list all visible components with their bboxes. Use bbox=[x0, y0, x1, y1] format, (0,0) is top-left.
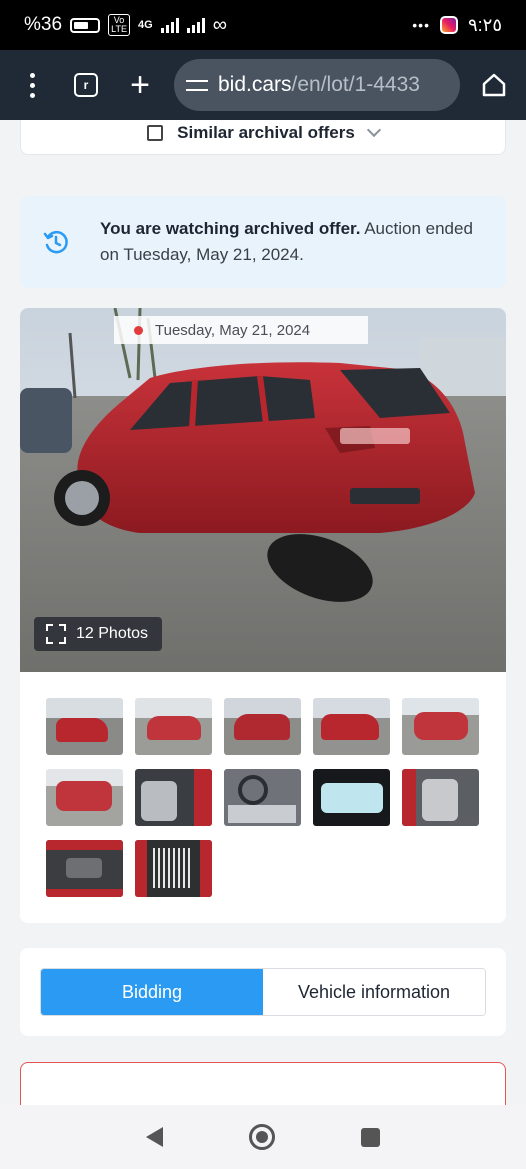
home-button[interactable] bbox=[474, 65, 514, 105]
url-path: /en/lot/1-4433 bbox=[291, 73, 420, 96]
volte-icon: Vo LTE bbox=[108, 14, 131, 36]
thumbnail[interactable] bbox=[135, 769, 212, 826]
thumbnail[interactable] bbox=[224, 698, 301, 755]
battery-icon bbox=[70, 17, 101, 33]
tab-bidding[interactable]: Bidding bbox=[41, 969, 263, 1015]
vertical-dots-icon bbox=[29, 72, 35, 98]
photo-date: Tuesday, May 21, 2024 bbox=[114, 316, 369, 344]
system-nav-bar bbox=[0, 1105, 526, 1169]
signal-icon bbox=[160, 17, 179, 33]
url-domain: bid.cars bbox=[218, 73, 292, 96]
chevron-down-icon bbox=[366, 122, 381, 137]
signal-2-icon bbox=[186, 17, 205, 33]
thumbnail-grid bbox=[46, 698, 486, 897]
thumbnail[interactable] bbox=[402, 769, 479, 826]
tabs-button[interactable]: r bbox=[66, 65, 106, 105]
history-icon bbox=[43, 230, 68, 254]
link-icon: ∞ bbox=[212, 13, 227, 36]
thumbnail[interactable] bbox=[402, 698, 479, 755]
more-icon: ••• bbox=[412, 17, 430, 33]
thumbnail[interactable] bbox=[313, 698, 390, 755]
checkbox-icon bbox=[147, 124, 164, 141]
thumbnail[interactable] bbox=[313, 769, 390, 826]
instagram-icon bbox=[439, 16, 458, 34]
network-gen: 4G bbox=[138, 19, 153, 31]
recents-icon[interactable] bbox=[361, 1127, 380, 1147]
fullscreen-icon bbox=[46, 624, 66, 644]
url-bar[interactable]: bid.cars/en/lot/1-4433 bbox=[174, 59, 460, 111]
similar-offers-toggle[interactable]: Similar archival offers bbox=[20, 120, 506, 155]
status-bar: %36 Vo LTE 4G ∞ ••• ٩:٢٥ bbox=[0, 0, 526, 50]
back-icon[interactable] bbox=[146, 1127, 163, 1147]
home-nav-icon[interactable] bbox=[249, 1124, 275, 1150]
thumbnail[interactable] bbox=[46, 769, 123, 826]
thumbnail[interactable] bbox=[224, 769, 301, 826]
alert-card bbox=[20, 1062, 506, 1105]
archived-notice: You are watching archived offer. Auction… bbox=[20, 196, 506, 288]
thumbnail[interactable] bbox=[46, 698, 123, 755]
tabs-card: Bidding Vehicle information bbox=[20, 948, 506, 1036]
tab-vehicle-information[interactable]: Vehicle information bbox=[263, 969, 485, 1015]
tab-bar: Bidding Vehicle information bbox=[40, 968, 486, 1016]
page-content: Similar archival offers You are watching… bbox=[0, 120, 526, 1105]
similar-offers-label: Similar archival offers bbox=[177, 122, 355, 142]
battery-percent: %36 bbox=[24, 14, 63, 35]
clock: ٩:٢٥ bbox=[467, 14, 502, 35]
plus-icon: + bbox=[130, 65, 150, 104]
main-photo[interactable]: Tuesday, May 21, 2024 12 Photos bbox=[20, 308, 506, 672]
thumbnail[interactable] bbox=[135, 698, 212, 755]
notice-bold: You are watching archived offer. bbox=[100, 219, 361, 238]
home-icon bbox=[482, 73, 506, 97]
new-tab-button[interactable]: + bbox=[120, 65, 160, 105]
menu-button[interactable] bbox=[12, 65, 52, 105]
tabs-icon: r bbox=[74, 73, 98, 97]
photos-count: 12 Photos bbox=[76, 625, 149, 642]
photos-count-button[interactable]: 12 Photos bbox=[34, 617, 163, 651]
thumbnail[interactable] bbox=[46, 840, 123, 897]
site-settings-icon[interactable] bbox=[186, 76, 208, 94]
photo-gallery: Tuesday, May 21, 2024 12 Photos bbox=[20, 308, 506, 923]
red-dot-icon bbox=[134, 325, 143, 335]
notice-text: You are watching archived offer. Auction… bbox=[100, 216, 488, 268]
browser-toolbar: r + bid.cars/en/lot/1-4433 bbox=[0, 50, 526, 120]
thumbnail[interactable] bbox=[135, 840, 212, 897]
photo-date-text: Tuesday, May 21, 2024 bbox=[155, 321, 311, 339]
